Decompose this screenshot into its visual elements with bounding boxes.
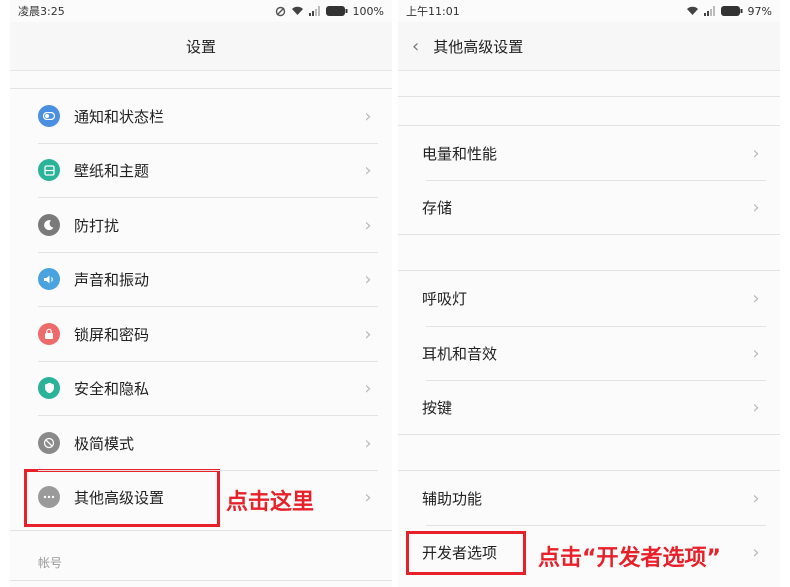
list-item-label: 耳机和音效 xyxy=(422,344,498,363)
more-icon xyxy=(38,486,60,508)
list-item-label: 存储 xyxy=(422,198,453,217)
chevron-right-icon: › xyxy=(752,142,760,164)
list-item[interactable]: 开发者选项 › xyxy=(398,525,780,579)
list-item[interactable]: 耳机和音效 › xyxy=(398,326,780,380)
list-item[interactable]: 按键 › xyxy=(398,380,780,434)
list-item-label: 安全和隐私 xyxy=(74,379,150,398)
toggle-icon xyxy=(38,105,60,127)
page-title: 设置 xyxy=(185,37,216,56)
chevron-right-icon: › xyxy=(752,196,760,218)
list-item[interactable]: 电量和性能 › xyxy=(398,126,780,180)
back-arrow-icon[interactable]: ‹ xyxy=(412,36,419,57)
title-bar: ‹ 其他高级设置 xyxy=(398,22,780,71)
chevron-right-icon: › xyxy=(364,159,372,181)
battery-icon xyxy=(720,6,743,16)
status-time: 凌晨3:25 xyxy=(18,5,65,18)
chevron-right-icon: › xyxy=(752,487,760,509)
list-item[interactable]: 防打扰 › xyxy=(10,198,392,252)
list-item-label: 按键 xyxy=(422,398,453,417)
list-item-label: 壁纸和主题 xyxy=(74,161,150,180)
list-item[interactable]: 安全和隐私 › xyxy=(10,361,392,415)
chevron-right-icon: › xyxy=(752,342,760,364)
signal-icon xyxy=(703,6,716,16)
status-bar: 凌晨3:25 100% xyxy=(10,0,392,22)
section-title-account: 帐号 xyxy=(38,556,63,570)
list-item-label: 声音和振动 xyxy=(74,270,150,289)
list-item[interactable]: 锁屏和密码 › xyxy=(10,307,392,361)
page-title: 其他高级设置 xyxy=(433,37,524,56)
chevron-right-icon: › xyxy=(364,377,372,399)
list-item-label: 呼吸灯 xyxy=(422,289,468,308)
shield-icon xyxy=(38,377,60,399)
settings-screen: 凌晨3:25 100% 设置 帐号 点击这里 通知和状态栏 › 壁纸和主题 › 防打扰 ›… xyxy=(10,0,392,587)
signal-icon xyxy=(308,6,321,16)
list-item-label: 极简模式 xyxy=(74,434,135,453)
sync-icon xyxy=(275,6,286,17)
list-item-label: 开发者选项 xyxy=(422,543,498,562)
circle-slash-icon xyxy=(38,432,60,454)
chevron-right-icon: › xyxy=(364,323,372,345)
list-item[interactable]: 极简模式 › xyxy=(10,416,392,470)
list-item-label: 电量和性能 xyxy=(422,144,498,163)
chevron-right-icon: › xyxy=(364,105,372,127)
list-item-label: 锁屏和密码 xyxy=(74,325,150,344)
battery-level: 97% xyxy=(747,4,772,18)
list-item[interactable]: 壁纸和主题 › xyxy=(10,143,392,197)
theme-icon xyxy=(38,159,60,181)
list-item[interactable]: 辅助功能 › xyxy=(398,471,780,525)
advanced-settings-screen: 上午11:01 97% ‹ 其他高级设置 点击“开发者选项” 电量和性能 › 存储 ›… xyxy=(398,0,780,587)
battery-icon xyxy=(325,6,348,16)
list-item-label: 通知和状态栏 xyxy=(74,107,165,126)
chevron-right-icon: › xyxy=(752,287,760,309)
lock-icon xyxy=(38,323,60,345)
list-item[interactable]: 声音和振动 › xyxy=(10,252,392,306)
list-item-label: 防打扰 xyxy=(74,216,120,235)
moon-icon xyxy=(38,214,60,236)
chevron-right-icon: › xyxy=(752,396,760,418)
list-item-label: 其他高级设置 xyxy=(74,488,165,507)
chevron-right-icon: › xyxy=(364,268,372,290)
chevron-right-icon: › xyxy=(752,541,760,563)
speaker-icon xyxy=(38,268,60,290)
chevron-right-icon: › xyxy=(364,486,372,508)
battery-level: 100% xyxy=(352,4,384,18)
status-bar: 上午11:01 97% xyxy=(398,0,780,22)
list-item-label: 辅助功能 xyxy=(422,489,483,508)
chevron-right-icon: › xyxy=(364,432,372,454)
list-item[interactable]: 其他高级设置 › xyxy=(10,470,392,524)
wifi-icon xyxy=(291,6,304,16)
title-bar: 设置 xyxy=(10,22,392,71)
list-item[interactable]: 呼吸灯 › xyxy=(398,271,780,325)
list-item[interactable]: 通知和状态栏 › xyxy=(10,89,392,143)
list-item[interactable]: 存储 › xyxy=(398,180,780,234)
status-time: 上午11:01 xyxy=(406,5,460,18)
chevron-right-icon: › xyxy=(364,214,372,236)
wifi-icon xyxy=(686,6,699,16)
